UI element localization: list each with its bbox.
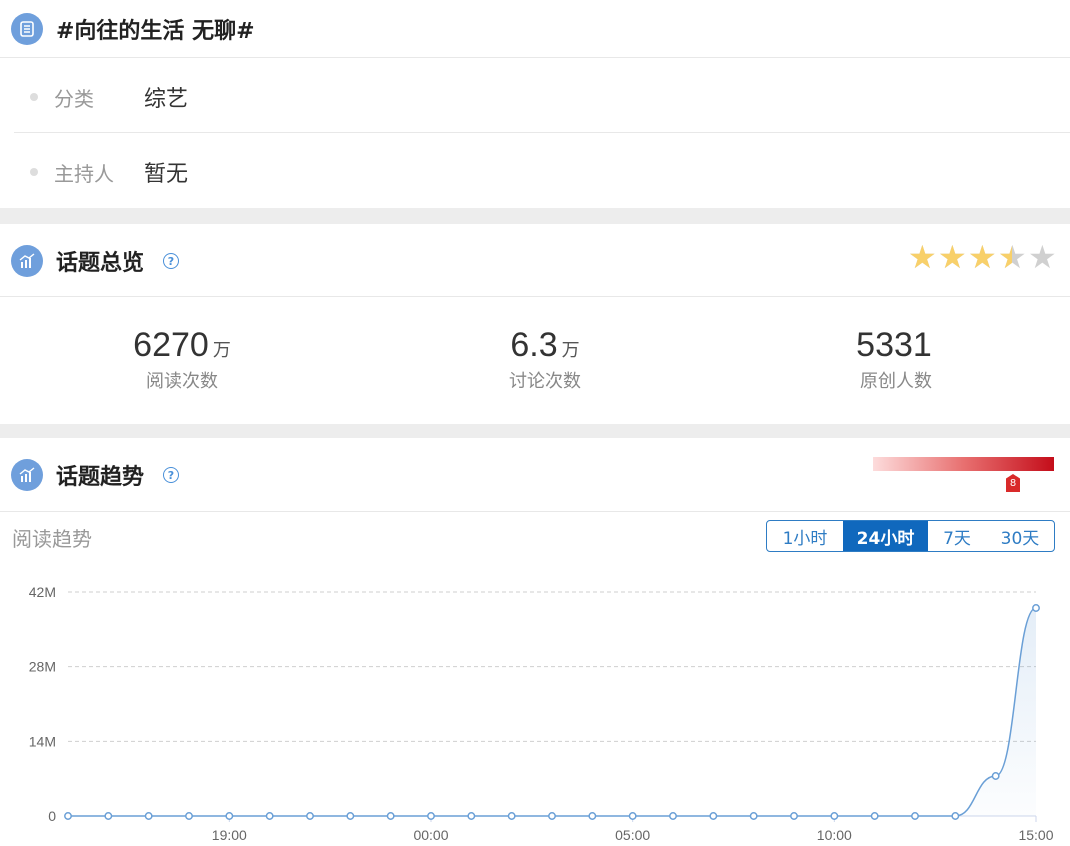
trend-title: 话题趋势: [56, 465, 145, 490]
rating-stars: ★★★★★★★★★: [908, 238, 1057, 276]
area-fill: [68, 608, 1036, 816]
question-circle-icon[interactable]: ?: [163, 467, 179, 483]
stat-reads: 6270 万 阅读次数: [82, 326, 282, 393]
data-point: [265, 812, 274, 820]
info-label: 分类: [54, 86, 94, 111]
x-tick-label: 15:00: [1018, 827, 1053, 843]
y-tick-label: 42M: [29, 584, 56, 600]
y-tick-label: 0: [48, 808, 56, 824]
data-point: [790, 812, 798, 820]
y-tick-label: 28M: [29, 659, 56, 675]
section-separator: [0, 424, 1070, 438]
bullet-dot: [30, 93, 38, 101]
data-point: [185, 812, 193, 820]
stat-value: 6270: [133, 326, 209, 364]
data-point: [911, 812, 919, 820]
star-icon: ★: [1028, 238, 1057, 276]
reads-trend-subtitle: 阅读趋势: [12, 527, 92, 551]
question-circle-icon[interactable]: ?: [163, 253, 179, 269]
star-icon: ★★: [968, 238, 997, 276]
data-point: [628, 812, 637, 820]
data-point: [386, 812, 395, 820]
divider: [14, 132, 1070, 133]
data-point: [548, 812, 556, 820]
data-point: [346, 812, 355, 820]
star-icon: ★★: [908, 238, 937, 276]
data-point: [467, 812, 476, 820]
section-separator: [0, 208, 1070, 224]
bullet-dot: [30, 168, 38, 176]
stat-label: 讨论次数: [509, 371, 581, 392]
info-value: 综艺: [144, 87, 189, 112]
stat-label: 原创人数: [860, 371, 932, 392]
data-point: [830, 812, 839, 820]
data-point: [507, 812, 516, 820]
info-label: 主持人: [54, 161, 114, 186]
data-point: [64, 812, 72, 820]
stat-discussions: 6.3 万 讨论次数: [445, 326, 645, 393]
y-tick-label: 14M: [29, 733, 56, 749]
range-tab-group: 1小时 24小时 7天 30天: [766, 520, 1055, 552]
tab-1-hour[interactable]: 1小时: [767, 521, 843, 551]
info-row-category: 分类 综艺: [14, 59, 1070, 135]
tab-30-days[interactable]: 30天: [986, 521, 1054, 551]
data-point: [709, 812, 718, 820]
list-icon: [11, 13, 43, 45]
info-row-host: 主持人 暂无: [14, 134, 1070, 210]
data-point: [1032, 604, 1040, 612]
x-tick-label: 19:00: [212, 827, 247, 843]
data-point: [306, 812, 314, 820]
divider: [0, 57, 1070, 58]
divider: [0, 511, 1070, 512]
stat-original-authors: 5331 原创人数: [796, 326, 996, 393]
tab-7-days[interactable]: 7天: [928, 521, 986, 551]
trend-header: 话题趋势: [0, 446, 1070, 504]
stat-label: 阅读次数: [146, 371, 218, 392]
data-point: [588, 812, 597, 820]
trend-chart-icon: [11, 459, 43, 491]
tab-24-hours[interactable]: 24小时: [843, 521, 928, 551]
trend-chart-icon: [11, 245, 43, 277]
reads-trend-chart: 42M 28M 14M 0 19:00 00:00 05:00 10:00 15:00: [29, 584, 1054, 843]
data-point: [144, 812, 153, 820]
stat-unit: 万: [561, 340, 580, 361]
data-point: [104, 812, 113, 820]
star-icon: ★★: [998, 238, 1027, 276]
data-point: [870, 812, 879, 820]
stat-unit: 万: [212, 340, 231, 361]
topic-header: #向往的生活 无聊#: [0, 0, 1070, 58]
info-value: 暂无: [144, 162, 189, 187]
data-point: [427, 812, 435, 820]
data-point: [749, 812, 758, 820]
data-point: [225, 812, 234, 820]
star-icon: ★★: [938, 238, 967, 276]
x-tick-label: 05:00: [615, 827, 650, 843]
data-point: [669, 812, 677, 820]
data-point: [991, 772, 1000, 780]
topic-title: #向往的生活 无聊#: [56, 19, 255, 44]
stat-value: 6.3: [510, 326, 558, 364]
data-point: [951, 812, 960, 820]
x-tick-label: 00:00: [413, 827, 448, 843]
heat-scale-bar: [873, 457, 1054, 471]
divider: [0, 296, 1070, 297]
overview-title: 话题总览: [56, 251, 145, 276]
series-line: [67, 607, 1037, 817]
stat-value: 5331: [856, 326, 932, 364]
x-tick-label: 10:00: [817, 827, 852, 843]
